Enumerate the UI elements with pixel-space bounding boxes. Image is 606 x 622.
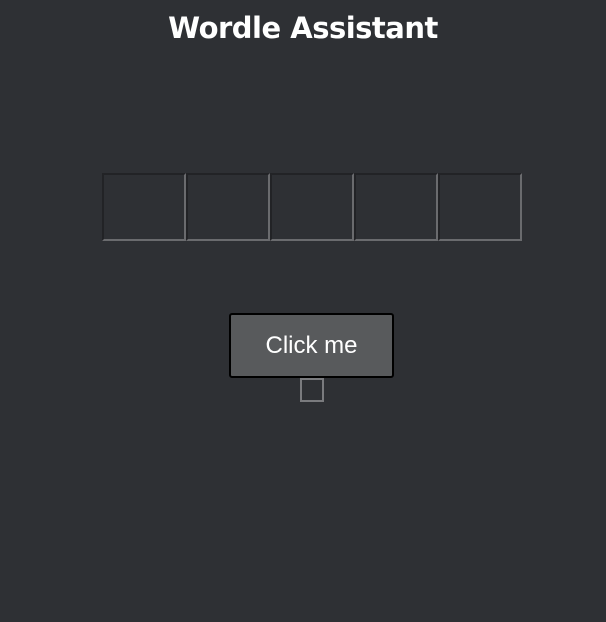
- letter-box-1[interactable]: [102, 173, 186, 241]
- letter-box-4[interactable]: [354, 173, 438, 241]
- click-me-button[interactable]: Click me: [229, 313, 394, 378]
- letter-row: [102, 173, 522, 241]
- option-checkbox[interactable]: [300, 378, 324, 402]
- letter-box-5[interactable]: [438, 173, 522, 241]
- page-title: Wordle Assistant: [168, 11, 438, 45]
- letter-box-3[interactable]: [270, 173, 354, 241]
- letter-box-2[interactable]: [186, 173, 270, 241]
